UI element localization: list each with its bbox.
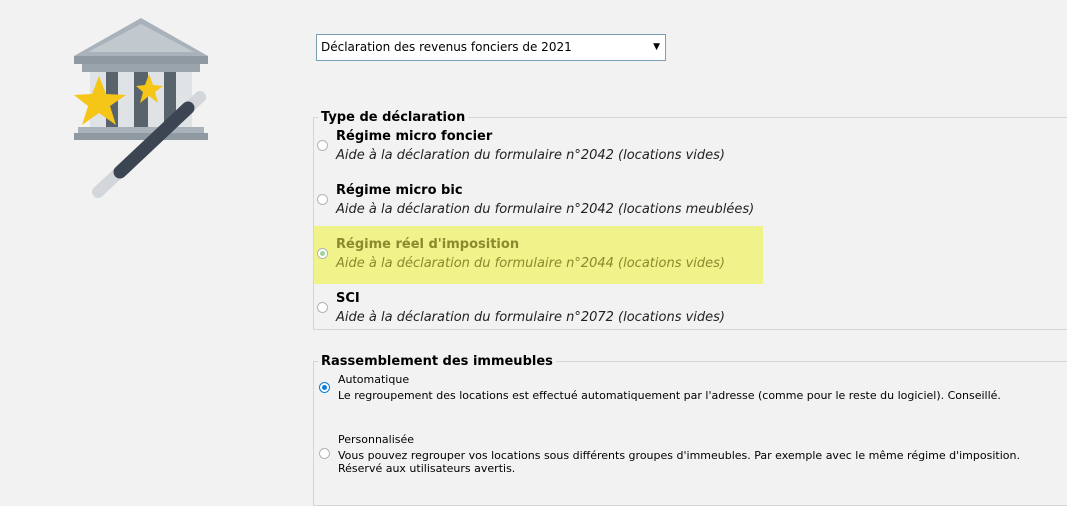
option-description: Aide à la déclaration du formulaire n°20… <box>336 256 725 271</box>
radio-micro-foncier[interactable] <box>317 140 328 151</box>
option-title: Régime micro bic <box>336 183 463 198</box>
radio-regime-reel[interactable] <box>317 248 328 259</box>
caret-down-icon: ▼ <box>653 42 660 52</box>
option-title: Automatique <box>338 373 410 386</box>
bank-magic-wand-icon <box>68 12 213 202</box>
option-title: Personnalisée <box>338 433 415 446</box>
option-description: Aide à la déclaration du formulaire n°20… <box>336 202 755 217</box>
declaration-year-value: Déclaration des revenus fonciers de 2021 <box>321 40 572 54</box>
radio-micro-bic[interactable] <box>317 194 328 205</box>
option-description-line2: Réservé aux utilisateurs avertis. <box>338 462 516 475</box>
radio-personnalisee[interactable] <box>319 448 330 459</box>
option-description: Vous pouvez regrouper vos locations sous… <box>338 449 1020 462</box>
rassemblement-group: Rassemblement des immeubles <box>313 354 1067 506</box>
option-description: Aide à la déclaration du formulaire n°20… <box>336 148 725 163</box>
radio-sci[interactable] <box>317 302 328 313</box>
option-title: Régime réel d'imposition <box>336 237 520 252</box>
declaration-year-select[interactable]: Déclaration des revenus fonciers de 2021… <box>316 34 666 61</box>
rassemblement-legend: Rassemblement des immeubles <box>321 354 553 369</box>
type-declaration-legend: Type de déclaration <box>321 110 466 125</box>
option-title: SCI <box>336 291 360 306</box>
option-title: Régime micro foncier <box>336 129 493 144</box>
radio-automatique[interactable] <box>319 382 330 393</box>
option-description: Le regroupement des locations est effect… <box>338 389 1001 402</box>
option-description: Aide à la déclaration du formulaire n°20… <box>336 310 725 325</box>
